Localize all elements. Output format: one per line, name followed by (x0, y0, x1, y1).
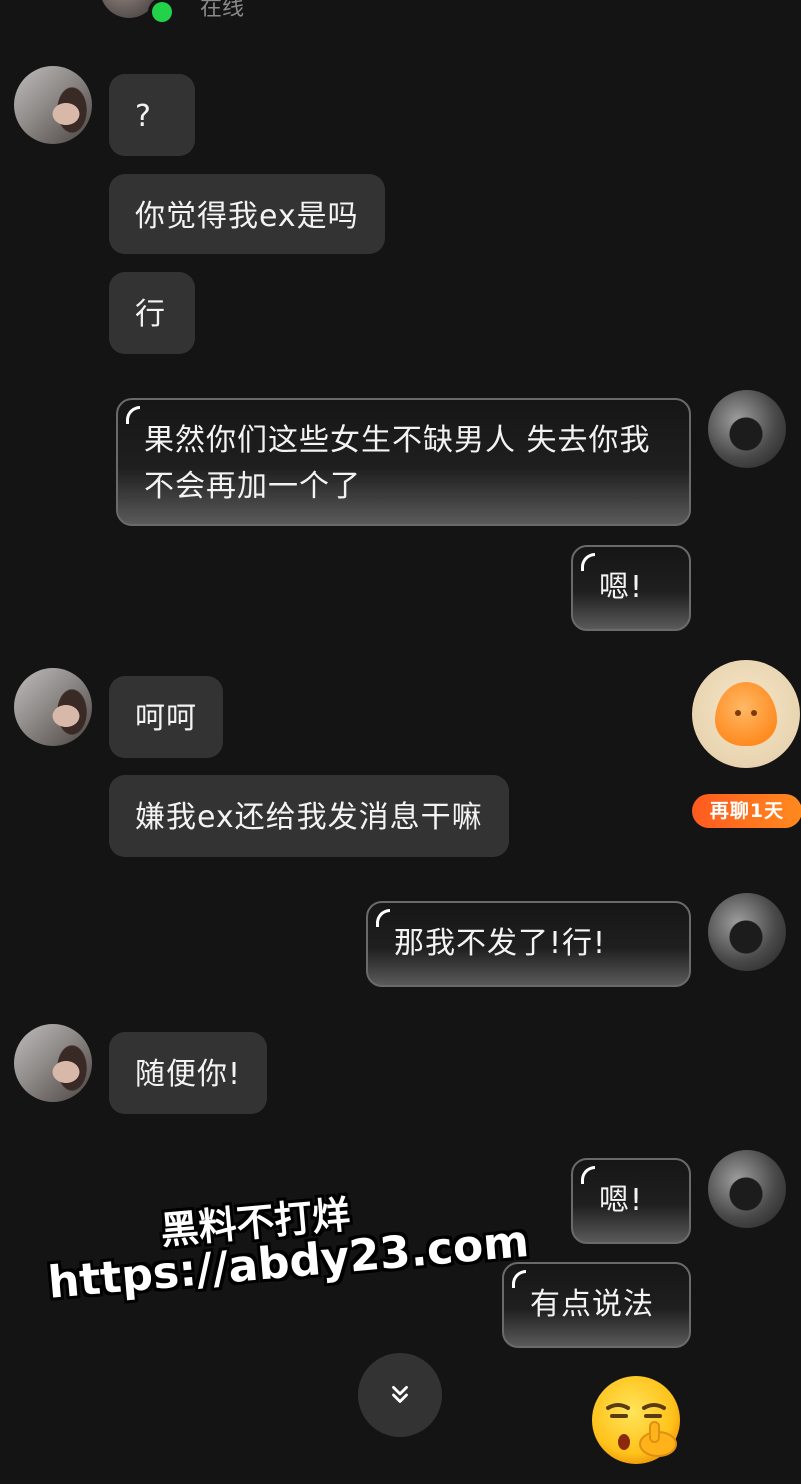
message-bubble[interactable]: 行 (109, 272, 195, 354)
sender-avatar[interactable] (14, 1024, 92, 1102)
message-bubble[interactable]: 果然你们这些女生不缺男人 失去你我不会再加一个了 (116, 398, 691, 526)
my-avatar[interactable] (708, 893, 786, 971)
mascot-peach-icon[interactable] (692, 660, 800, 768)
online-status: 在线 (200, 0, 245, 21)
quote-icon (581, 553, 595, 571)
peach-icon (715, 682, 777, 746)
message-bubble[interactable]: 那我不发了!行! (366, 901, 691, 987)
chat-screen: 在线 ? 你觉得我ex是吗 行 果然你们这些女生不缺男人 失去你我不会再加一个了… (0, 0, 801, 1484)
quote-icon (126, 406, 140, 424)
sender-avatar[interactable] (14, 668, 92, 746)
message-text: 有点说法 (530, 1287, 654, 1322)
online-indicator (148, 0, 176, 26)
message-bubble[interactable]: 嗯! (571, 1158, 691, 1244)
message-text: 那我不发了!行! (394, 926, 607, 961)
message-bubble[interactable]: 随便你! (109, 1032, 268, 1114)
message-bubble[interactable]: 有点说法 (502, 1262, 691, 1348)
quote-icon (376, 909, 390, 927)
message-text: 嗯! (599, 570, 644, 605)
message-bubble[interactable]: 嗯! (571, 545, 691, 631)
message-text: 果然你们这些女生不缺男人 失去你我不会再加一个了 (144, 423, 651, 504)
shushing-face-emoji-icon[interactable] (586, 1370, 690, 1466)
sender-avatar[interactable] (14, 66, 92, 144)
message-text: 嗯! (599, 1183, 644, 1218)
message-bubble[interactable]: ? (109, 74, 195, 156)
message-bubble[interactable]: 呵呵 (109, 676, 223, 758)
chat-streak-badge[interactable]: 再聊1天 (692, 794, 801, 828)
scroll-to-bottom-button[interactable] (358, 1353, 442, 1437)
quote-icon (581, 1166, 595, 1184)
my-avatar[interactable] (708, 390, 786, 468)
quote-icon (512, 1270, 526, 1288)
message-bubble[interactable]: 你觉得我ex是吗 (109, 174, 385, 254)
message-bubble[interactable]: 嫌我ex还给我发消息干嘛 (109, 775, 509, 857)
chevrons-down-icon (392, 1386, 408, 1403)
my-avatar[interactable] (708, 1150, 786, 1228)
